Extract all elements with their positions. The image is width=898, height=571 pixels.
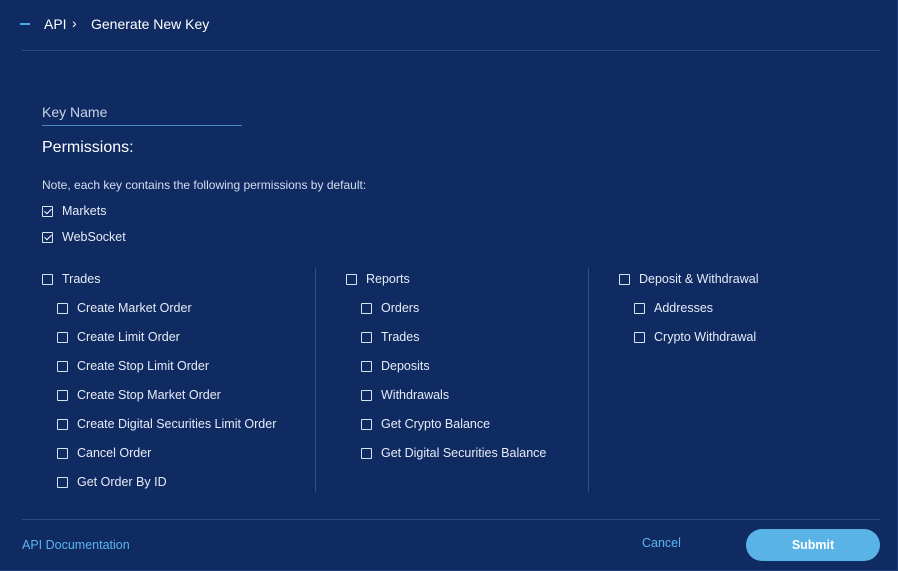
checkbox-icon[interactable]: [346, 273, 357, 285]
checkbox-icon[interactable]: [361, 360, 372, 372]
checkbox-label: Create Digital Securities Limit Order: [77, 417, 277, 431]
checkbox-create-digital-securities-limit-order[interactable]: Create Digital Securities Limit Order: [57, 416, 276, 432]
chevron-right-icon: ›: [72, 15, 77, 31]
checkbox-label: Withdrawals: [381, 388, 450, 402]
checkbox-label: Orders: [381, 301, 420, 315]
checkbox-icon[interactable]: [57, 360, 68, 372]
header: API › Generate New Key: [0, 0, 898, 50]
checkbox-label: Addresses: [654, 301, 714, 315]
page-title: Generate New Key: [91, 16, 210, 32]
checkbox-label: Get Digital Securities Balance: [381, 446, 547, 460]
checkbox-label: Markets: [62, 204, 107, 218]
checkbox-icon[interactable]: [634, 331, 645, 343]
checkbox-icon[interactable]: [57, 302, 68, 314]
checkbox-icon[interactable]: [57, 331, 68, 343]
header-divider: [22, 50, 880, 51]
checkbox-icon[interactable]: [619, 273, 630, 285]
checkbox-deposits[interactable]: Deposits: [361, 358, 430, 374]
checkbox-icon[interactable]: [361, 447, 372, 459]
checkbox-icon[interactable]: [361, 418, 372, 430]
submit-button[interactable]: Submit: [746, 529, 880, 561]
checkbox-create-limit-order[interactable]: Create Limit Order: [57, 329, 180, 345]
checkbox-group-trades[interactable]: Trades: [42, 271, 100, 287]
checkbox-label: Create Market Order: [77, 301, 192, 315]
key-name-input[interactable]: [42, 98, 242, 126]
checkbox-icon[interactable]: [361, 302, 372, 314]
checkbox-withdrawals[interactable]: Withdrawals: [361, 387, 449, 403]
checkbox-label: Reports: [366, 272, 410, 286]
cancel-button[interactable]: Cancel: [642, 536, 681, 550]
checkbox-label: Create Limit Order: [77, 330, 180, 344]
default-permissions-note: Note, each key contains the following pe…: [42, 178, 367, 192]
checkbox-icon[interactable]: [57, 447, 68, 459]
column-divider: [315, 268, 316, 492]
checkbox-create-market-order[interactable]: Create Market Order: [57, 300, 192, 316]
checkbox-get-digital-securities-balance[interactable]: Get Digital Securities Balance: [361, 445, 546, 461]
checkbox-label: Deposits: [381, 359, 430, 373]
checkbox-cancel-order[interactable]: Cancel Order: [57, 445, 151, 461]
column-divider: [588, 268, 589, 492]
checkbox-create-stop-limit-order[interactable]: Create Stop Limit Order: [57, 358, 209, 374]
checkbox-icon[interactable]: [57, 476, 68, 488]
checkbox-label: Deposit & Withdrawal: [639, 272, 759, 286]
checkbox-websocket[interactable]: WebSocket: [42, 229, 126, 245]
checkbox-label: Get Crypto Balance: [381, 417, 491, 431]
checkbox-markets[interactable]: Markets: [42, 203, 106, 219]
checkbox-label: Crypto Withdrawal: [654, 330, 757, 344]
checkbox-trades-report[interactable]: Trades: [361, 329, 419, 345]
checkbox-icon[interactable]: [361, 331, 372, 343]
checkbox-label: Get Order By ID: [77, 475, 167, 489]
footer-divider: [22, 519, 880, 520]
checkbox-label: Trades: [381, 330, 420, 344]
breadcrumb-api[interactable]: API: [44, 16, 67, 32]
checkbox-icon[interactable]: [361, 389, 372, 401]
checkbox-addresses[interactable]: Addresses: [634, 300, 713, 316]
checkbox-label: Create Stop Market Order: [77, 388, 221, 402]
checkbox-label: Trades: [62, 272, 101, 286]
checkbox-get-order-by-id[interactable]: Get Order By ID: [57, 474, 167, 490]
checkbox-group-deposit-withdrawal[interactable]: Deposit & Withdrawal: [619, 271, 759, 287]
checkbox-create-stop-market-order[interactable]: Create Stop Market Order: [57, 387, 221, 403]
checkbox-group-reports[interactable]: Reports: [346, 271, 410, 287]
checkbox-label: Create Stop Limit Order: [77, 359, 209, 373]
checkbox-icon[interactable]: [57, 418, 68, 430]
checkbox-label: Cancel Order: [77, 446, 152, 460]
permissions-heading: Permissions:: [42, 139, 134, 156]
checkbox-orders[interactable]: Orders: [361, 300, 419, 316]
checkbox-icon[interactable]: [634, 302, 645, 314]
checkbox-label: WebSocket: [62, 230, 126, 244]
checkbox-icon[interactable]: [42, 205, 53, 217]
checkbox-icon[interactable]: [57, 389, 68, 401]
api-documentation-link[interactable]: API Documentation: [22, 538, 130, 552]
generate-key-panel: API › Generate New Key Permissions: Note…: [0, 0, 898, 571]
checkbox-crypto-withdrawal[interactable]: Crypto Withdrawal: [634, 329, 756, 345]
minus-icon[interactable]: [20, 23, 30, 25]
checkbox-icon[interactable]: [42, 231, 53, 243]
checkbox-icon[interactable]: [42, 273, 53, 285]
checkbox-get-crypto-balance[interactable]: Get Crypto Balance: [361, 416, 490, 432]
